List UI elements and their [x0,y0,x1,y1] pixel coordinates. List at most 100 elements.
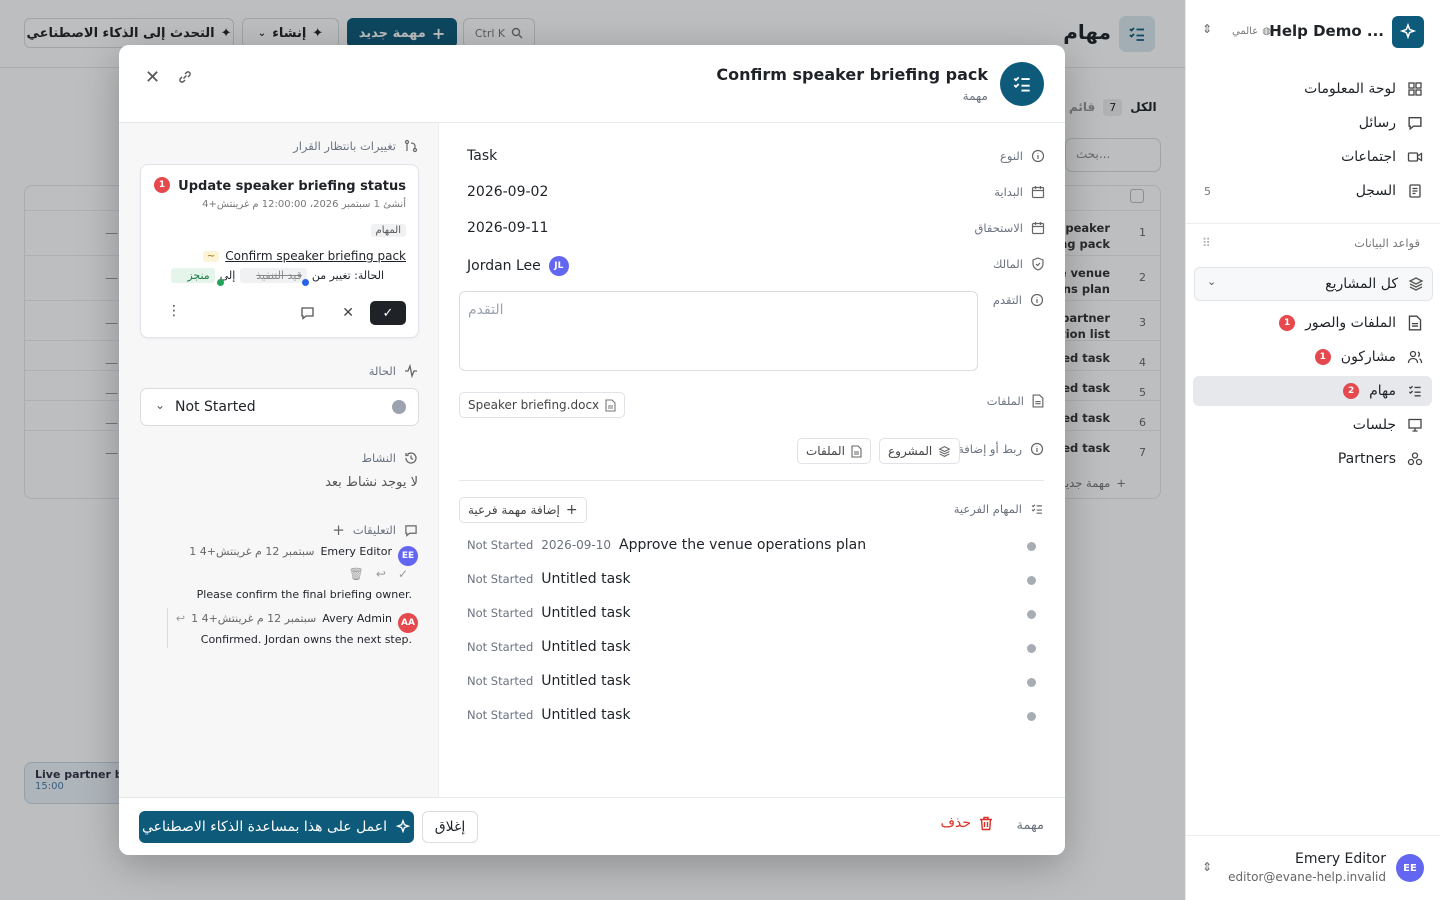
modal-header: Confirm speaker briefing pack مهمة ✕ [119,45,1065,123]
reply-text: Confirmed. Jordan owns the next step. [200,633,412,646]
pending-changes-header: تغييرات بانتظار القرار [293,139,418,153]
link-files-chip[interactable]: الملفات [797,438,871,464]
old-value-pill: قيد التنفيذ [240,268,307,283]
add-comment-icon[interactable]: + [332,521,345,539]
subtask-row[interactable]: Not Started Untitled task [459,636,1045,662]
status-select[interactable]: Not Started ⌄ [140,388,419,426]
sidebar-item-message[interactable]: رسائل [1359,108,1424,138]
property-value[interactable]: 2026-09-11 [467,220,548,236]
property-label: الاستحقاق [974,221,1045,235]
sidebar-item-label: السجل [1355,183,1396,199]
git-branch-icon [404,139,418,153]
sidebar-db-item-tasks[interactable]: 2 مهام [1193,376,1432,406]
subtask-title: Untitled task [541,639,631,655]
property-label-text: البداية [994,185,1023,199]
change-detail: منجز إلى قيد التنفيذ الحالة: تغيير من [171,268,384,283]
comments-header: + التعليقات [332,521,418,539]
new-status-dot [217,279,224,286]
property-start[interactable]: البداية 2026-09-02 [459,181,1045,207]
sidebar-db-item-users[interactable]: 1 مشاركون [1314,342,1424,372]
user-avatar[interactable]: EE [1396,854,1424,882]
reply-time: 1 سبتمبر 12 م غرينتش+4 [191,612,317,625]
reply-icon[interactable]: ↩ [376,567,386,581]
close-icon[interactable]: ✕ [145,67,160,88]
property-label: النوع [1000,149,1045,163]
more-options-icon[interactable]: ⋮ [167,303,181,319]
link-icon[interactable] [177,69,193,85]
property-due[interactable]: الاستحقاق 2026-09-11 [459,217,1045,243]
check-icon[interactable]: ✓ [398,567,408,581]
subtask-status-dot[interactable] [1027,576,1036,585]
user-menu-icon[interactable]: ⇕ [1202,860,1212,874]
property-value[interactable]: Jordan Lee JL [467,256,569,276]
sidebar-item-log[interactable]: 5 السجل [1204,176,1424,206]
property-value[interactable]: 2026-09-02 [467,184,548,200]
subtask-date: 2026-09-10 [541,538,612,552]
subtask-status-dot[interactable] [1027,542,1036,551]
all-projects-select[interactable]: كل المشاريع ⌄ [1194,267,1433,301]
user-name: Emery Editor [1294,851,1386,867]
all-projects-label: كل المشاريع [1325,276,1398,292]
status-value: Not Started [175,399,256,415]
comment-avatar: EE [398,546,418,566]
databases-heading: قواعد البيانات [1354,236,1420,250]
comments-heading: التعليقات [352,523,396,537]
file-name: Speaker briefing.docx [468,398,600,412]
sidebar-item-label: جلسات [1352,417,1396,433]
files-label: الملفات [987,394,1044,408]
file-chip[interactable]: Speaker briefing.docx [459,392,626,418]
owner-avatar: JL [548,256,569,276]
sidebar-item-dashboard[interactable]: لوحة المعلومات [1304,74,1424,104]
close-button[interactable]: إغلاق [422,811,478,843]
drag-handle-icon[interactable]: ⠿ [1202,236,1211,250]
record-link[interactable]: Confirm speaker briefing pack [225,249,406,263]
delete-button[interactable]: حذف [940,815,993,831]
new-value-pill: منجز [171,268,215,283]
approve-button[interactable]: ✓ [370,301,406,325]
property-label-text: المالك [992,257,1023,271]
link-project-chip[interactable]: المشروع [879,438,961,464]
property-type[interactable]: النوع Task [459,145,1045,171]
file-icon [1032,394,1044,408]
task-type-icon [1000,62,1044,106]
files-label-text: الملفات [986,394,1024,408]
subtask-status-dot[interactable] [1027,678,1036,687]
plus-icon: + [565,502,578,518]
property-value-text: 2026-09-02 [467,184,549,200]
comment-icon [301,307,314,320]
subtask-status-dot[interactable] [1027,610,1036,619]
subtask-status-dot[interactable] [1027,712,1036,721]
property-owner[interactable]: المالك Jordan Lee JL [459,253,1045,279]
add-subtask-button[interactable]: إضافة مهمة فرعية + [459,497,587,523]
status-dot [392,400,406,414]
video-icon [1406,148,1424,166]
pending-change-card: 1 Update speaker briefing status أنشئ 1 … [140,164,419,338]
subtask-row[interactable]: Not Started Untitled task [459,704,1045,730]
comment-author: Emery Editor [320,545,392,558]
workspace-name[interactable]: Help Demo ... [1269,22,1384,40]
comment-change-button[interactable] [300,306,315,320]
ai-assist-button[interactable]: اعمل على هذا بمساعدة الذكاء الاصطناعي [139,811,414,843]
sidebar-db-item-file[interactable]: 1 الملفات والصور [1279,308,1424,338]
sidebar-db-item-presentation[interactable]: جلسات [1353,410,1424,440]
sidebar-item-count: 5 [1204,184,1211,198]
subtask-status: Not Started [467,640,534,654]
subtask-content: Not Started Untitled task [467,707,631,723]
add-subtask-label: إضافة مهمة فرعية [468,503,560,517]
subtask-row[interactable]: Not Started Untitled task [459,568,1045,594]
subtask-row[interactable]: Not Started Untitled task [459,602,1045,628]
workspace-switch-icon[interactable]: ⇕ [1202,22,1212,36]
property-value[interactable]: Task [467,148,497,164]
subtask-status-dot[interactable] [1027,644,1036,653]
reply-icon[interactable]: ↩ [176,612,185,625]
sidebar-item-video[interactable]: اجتماعات [1341,142,1424,172]
sidebar-db-item-partners[interactable]: Partners [1338,444,1424,474]
subtask-row[interactable]: Not Started Untitled task [459,670,1045,696]
message-icon [1406,114,1424,132]
subtask-row[interactable]: Not Started 2026-09-10 Approve the venue o… [459,534,1045,560]
activity-pulse-icon [404,364,418,378]
trash-icon[interactable]: 🗑 [349,567,364,581]
progress-textarea[interactable]: التقدم [459,291,978,371]
reject-button[interactable]: ✕ [342,305,354,321]
subtask-status: Not Started [467,606,534,620]
